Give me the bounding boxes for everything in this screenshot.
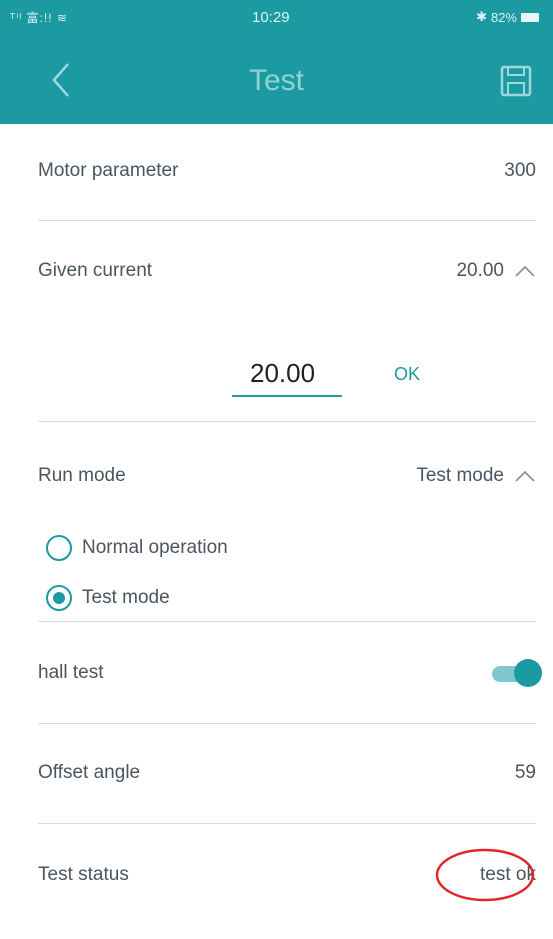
- current-input[interactable]: [232, 354, 342, 397]
- given-current-value-group: 20.00: [456, 260, 536, 282]
- run-mode-label: Run mode: [38, 465, 126, 486]
- toggle-thumb: [514, 659, 542, 687]
- signal-indicators: ᵀⁱˡ 富:!! ≋: [10, 11, 68, 25]
- radio-label: Test mode: [82, 587, 170, 608]
- hall-test-row: hall test: [38, 659, 542, 687]
- motor-parameter-value: 300: [504, 160, 536, 181]
- test-status-label: Test status: [38, 864, 129, 885]
- given-current-label: Given current: [38, 260, 153, 281]
- radio-test-mode[interactable]: Test mode: [46, 585, 170, 611]
- chevron-up-icon[interactable]: [514, 469, 536, 483]
- run-mode-value-group: Test mode: [416, 465, 536, 487]
- bluetooth-icon: ✱: [476, 9, 487, 24]
- page-title: Test: [248, 64, 305, 97]
- test-status-value: test ok: [480, 864, 536, 885]
- motor-parameter-label: Motor parameter: [38, 160, 179, 181]
- run-mode-value: Test mode: [416, 465, 504, 486]
- offset-angle-value: 59: [514, 762, 536, 783]
- radio-label: Normal operation: [82, 537, 228, 558]
- radio-button-checked[interactable]: [46, 585, 72, 611]
- test-status-row: Test status test ok: [38, 864, 536, 886]
- hall-test-toggle[interactable]: [492, 659, 542, 687]
- status-right: ✱ 82%: [476, 9, 539, 25]
- given-current-value: 20.00: [456, 260, 504, 281]
- offset-angle-row[interactable]: Offset angle 59: [38, 762, 536, 784]
- divider: [38, 723, 536, 724]
- divider: [38, 823, 536, 824]
- offset-angle-label: Offset angle: [38, 762, 141, 783]
- run-mode-row[interactable]: Run mode Test mode: [38, 465, 536, 487]
- hall-test-label: hall test: [38, 662, 104, 683]
- current-edit-area: OK: [0, 350, 553, 400]
- ok-button[interactable]: OK: [394, 364, 420, 385]
- radio-normal-operation[interactable]: Normal operation: [46, 535, 228, 561]
- given-current-row[interactable]: Given current 20.00: [38, 260, 536, 282]
- divider: [38, 421, 536, 422]
- battery-icon: [521, 12, 539, 22]
- save-icon[interactable]: [499, 64, 533, 98]
- battery-percentage: 82%: [490, 9, 517, 25]
- divider: [38, 220, 536, 221]
- app-bar: Test: [0, 36, 553, 124]
- divider: [38, 621, 536, 622]
- status-time: 10:29: [252, 9, 290, 26]
- chevron-up-icon[interactable]: [514, 264, 536, 278]
- radio-button[interactable]: [46, 535, 72, 561]
- motor-parameter-row[interactable]: Motor parameter 300: [38, 160, 536, 182]
- status-bar: ᵀⁱˡ 富:!! ≋ 10:29 ✱ 82%: [0, 0, 553, 36]
